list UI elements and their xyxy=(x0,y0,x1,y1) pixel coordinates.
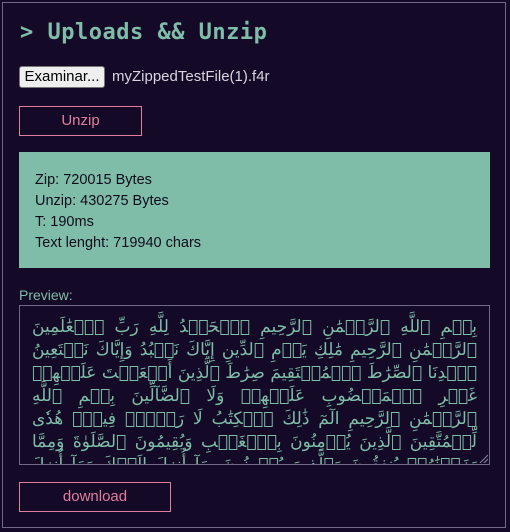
page-title: > Uploads && Unzip xyxy=(20,20,268,45)
preview-text: بِسۡمِ ٱللَّهِ ٱلرَّحۡمَٰنِ ٱلرَّحِيمِ ٱ… xyxy=(32,317,477,465)
text-length-stat: Text lenght: 719940 chars xyxy=(35,235,202,251)
browse-file-button[interactable]: Examinar... xyxy=(19,66,105,88)
preview-textarea[interactable]: بِسۡمِ ٱللَّهِ ٱلرَّحۡمَٰنِ ٱلرَّحِيمِ ٱ… xyxy=(19,305,490,465)
selected-file-name: myZippedTestFile(1).f4r xyxy=(112,68,270,85)
time-stat: T: 190ms xyxy=(35,214,94,230)
zip-size-stat: Zip: 720015 Bytes xyxy=(35,172,152,188)
preview-label: Preview: xyxy=(19,287,73,303)
unzip-size-stat: Unzip: 430275 Bytes xyxy=(35,193,169,209)
unzip-button[interactable]: Unzip xyxy=(19,106,142,136)
resize-grip-icon[interactable] xyxy=(478,453,488,463)
download-button[interactable]: download xyxy=(19,482,171,512)
stats-panel: Zip: 720015 Bytes Unzip: 430275 Bytes T:… xyxy=(19,152,490,268)
